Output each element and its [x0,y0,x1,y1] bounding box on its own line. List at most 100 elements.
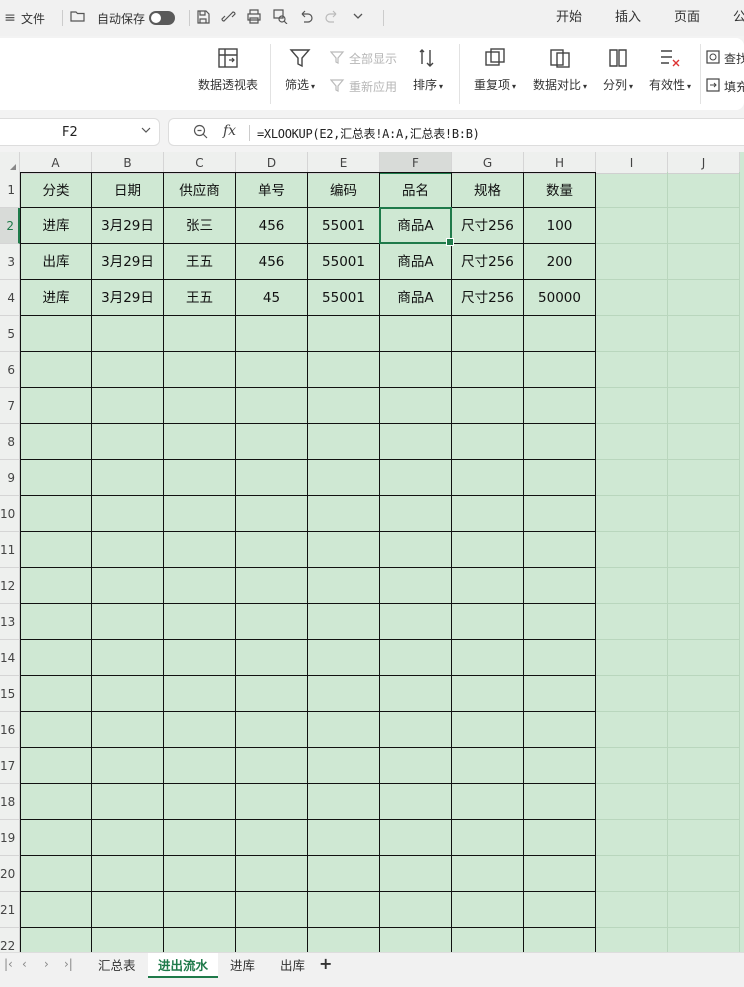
formula-input[interactable]: =XLOOKUP(E2,汇总表!A:A,汇总表!B:B) [257,125,480,142]
cell-d9[interactable] [236,460,308,496]
cell-g2[interactable]: 尺寸256 [452,208,524,244]
cell-d4[interactable]: 45 [236,280,308,316]
tab-insert[interactable]: 插入 [615,0,641,36]
cell-f10[interactable] [380,496,452,532]
cell-g18[interactable] [452,784,524,820]
cell-c9[interactable] [164,460,236,496]
cell-b18[interactable] [92,784,164,820]
redo-icon[interactable] [325,9,339,26]
validity-button[interactable]: 有效性 ▾ [646,46,694,93]
cell-j14[interactable] [668,640,740,676]
cell-a22[interactable] [20,928,92,952]
cell-g19[interactable] [452,820,524,856]
row-header-7[interactable]: 7 [0,388,20,424]
save-icon[interactable] [196,10,210,27]
cell-g15[interactable] [452,676,524,712]
cell-g10[interactable] [452,496,524,532]
print-icon[interactable] [246,9,262,27]
cell-j1[interactable] [668,172,740,208]
cell-h19[interactable] [524,820,596,856]
column-header-a[interactable]: A [20,152,92,174]
column-header-d[interactable]: D [236,152,308,174]
column-header-f[interactable]: F [380,152,452,174]
cell-i11[interactable] [596,532,668,568]
sort-button[interactable]: 排序 ▾ [410,46,446,93]
cell-j2[interactable] [668,208,740,244]
cell-d21[interactable] [236,892,308,928]
cell-f17[interactable] [380,748,452,784]
cell-f16[interactable] [380,712,452,748]
cell-f18[interactable] [380,784,452,820]
column-header-g[interactable]: G [452,152,524,174]
cell-a21[interactable] [20,892,92,928]
cell-e4[interactable]: 55001 [308,280,380,316]
cell-a4[interactable]: 进库 [20,280,92,316]
cell-c3[interactable]: 王五 [164,244,236,280]
row-header-22[interactable]: 22 [0,928,20,952]
spreadsheet-grid[interactable]: ABCDEFGHIJ 1 2 3 4 5 6 7 8 9 10 11 12 13 14 15 16 17 18 19… [0,152,744,952]
cell-g16[interactable] [452,712,524,748]
cell-b4[interactable]: 3月29日 [92,280,164,316]
cell-b20[interactable] [92,856,164,892]
cell-j20[interactable] [668,856,740,892]
cell-d7[interactable] [236,388,308,424]
cell-j10[interactable] [668,496,740,532]
cell-c7[interactable] [164,388,236,424]
row-header-4[interactable]: 4 [0,280,20,316]
cell-g22[interactable] [452,928,524,952]
cell-f3[interactable]: 商品A [380,244,452,280]
row-header-2[interactable]: 2 [0,208,20,244]
cell-i8[interactable] [596,424,668,460]
last-sheet-icon[interactable]: ›| [64,957,73,971]
file-menu[interactable]: ≡ 文件 [4,0,45,36]
cell-e1[interactable]: 编码 [308,172,380,208]
cell-f2[interactable]: 商品A [380,208,452,244]
cell-b7[interactable] [92,388,164,424]
cell-f1[interactable]: 品名 [380,172,452,208]
cell-a6[interactable] [20,352,92,388]
cell-c19[interactable] [164,820,236,856]
cell-c21[interactable] [164,892,236,928]
sheet-tab[interactable]: 出库 [270,953,315,978]
fill-button[interactable]: 填充 [706,78,744,95]
row-header-1[interactable]: 1 [0,172,20,208]
row-header-18[interactable]: 18 [0,784,20,820]
cell-a3[interactable]: 出库 [20,244,92,280]
cell-b2[interactable]: 3月29日 [92,208,164,244]
first-sheet-icon[interactable]: |‹ [4,957,13,971]
cell-a11[interactable] [20,532,92,568]
split-column-button[interactable]: 分列 ▾ [600,46,636,93]
open-folder-icon[interactable] [70,10,85,27]
cell-d15[interactable] [236,676,308,712]
zoom-search-icon[interactable] [193,124,208,143]
row-header-20[interactable]: 20 [0,856,20,892]
cell-a7[interactable] [20,388,92,424]
cell-h5[interactable] [524,316,596,352]
filter-button[interactable]: 筛选 ▾ [282,46,318,93]
cell-f8[interactable] [380,424,452,460]
cell-d10[interactable] [236,496,308,532]
cell-c8[interactable] [164,424,236,460]
cell-a16[interactable] [20,712,92,748]
cell-i12[interactable] [596,568,668,604]
row-header-11[interactable]: 11 [0,532,20,568]
cell-g5[interactable] [452,316,524,352]
cell-g1[interactable]: 规格 [452,172,524,208]
cell-d22[interactable] [236,928,308,952]
cell-b11[interactable] [92,532,164,568]
find-button[interactable]: 查找 [706,50,744,67]
cell-c14[interactable] [164,640,236,676]
cell-f7[interactable] [380,388,452,424]
cell-b12[interactable] [92,568,164,604]
cell-i16[interactable] [596,712,668,748]
cell-e18[interactable] [308,784,380,820]
cell-i14[interactable] [596,640,668,676]
cell-b10[interactable] [92,496,164,532]
cell-g21[interactable] [452,892,524,928]
cell-c13[interactable] [164,604,236,640]
cell-h13[interactable] [524,604,596,640]
cell-g7[interactable] [452,388,524,424]
data-compare-button[interactable]: 数据对比 ▾ [530,46,590,93]
cell-g12[interactable] [452,568,524,604]
formula-bar[interactable]: fx =XLOOKUP(E2,汇总表!A:A,汇总表!B:B) [168,118,744,146]
